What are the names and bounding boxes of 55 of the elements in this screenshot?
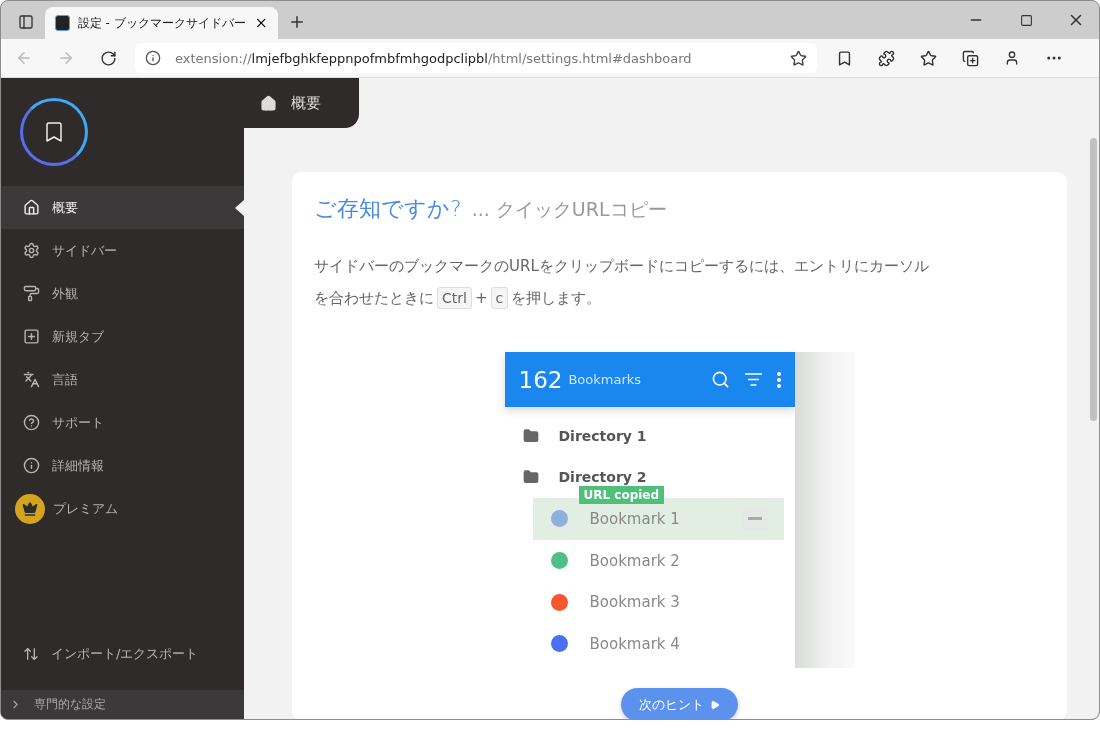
plus-square-icon bbox=[23, 328, 40, 345]
gear-icon bbox=[23, 242, 40, 259]
folder-label: Directory 1 bbox=[558, 427, 647, 444]
bookmark-count-label: Bookmarks bbox=[568, 372, 642, 387]
folder-icon bbox=[522, 469, 539, 486]
key-cap: c bbox=[490, 287, 509, 309]
url-host: lmjefbghkfeppnpofmbfmhgodpclipbl bbox=[251, 50, 488, 66]
browser-tab[interactable]: 設定 - ブックマークサイドバー bbox=[45, 7, 278, 39]
search-icon bbox=[710, 370, 730, 389]
url-path: /html/settings.html#dashboard bbox=[487, 50, 692, 66]
home-icon bbox=[260, 94, 277, 112]
bookmark-favicon bbox=[55, 15, 70, 31]
address-bar[interactable]: extension://lmjefbghkfeppnpofmbfmhgodpclipbl/html/settings.html#dashboard bbox=[135, 43, 817, 73]
import-export-icon bbox=[23, 645, 39, 662]
tip-text: を合わせたときに bbox=[314, 289, 434, 307]
bookmark-label: Bookmark 2 bbox=[589, 551, 680, 570]
scrollbar-thumb[interactable] bbox=[1089, 138, 1097, 421]
sidebar-item[interactable]: 新規タブ bbox=[1, 315, 244, 358]
bookmark-label: Bookmark 1 bbox=[589, 510, 680, 528]
sidebar-item[interactable]: プレミアム bbox=[1, 487, 244, 530]
sidebar-item[interactable]: 詳細情報 bbox=[1, 444, 244, 487]
sidebar-item[interactable]: サイドバー bbox=[1, 229, 244, 272]
star-icon[interactable] bbox=[790, 49, 807, 67]
home-icon bbox=[23, 199, 40, 216]
tip-heading: ご存知ですか? bbox=[314, 195, 462, 223]
translate-icon bbox=[23, 371, 40, 388]
url-scheme: extension:// bbox=[175, 50, 252, 66]
bookmark-count: 162 bbox=[518, 366, 563, 393]
tip-subheading: ... クイックURLコピー bbox=[471, 197, 667, 222]
sidebar-item[interactable]: サポート bbox=[1, 401, 244, 444]
more-icon bbox=[776, 371, 781, 388]
sidebar-item[interactable]: 概要 bbox=[1, 186, 244, 229]
plus-sign: + bbox=[474, 289, 488, 307]
advanced-settings-bar[interactable]: 専門的な設定 bbox=[1, 690, 244, 719]
crown-icon bbox=[15, 493, 45, 524]
info-icon bbox=[23, 457, 40, 474]
breadcrumb-tab[interactable]: 概要 bbox=[244, 78, 359, 128]
tip-text: を押します。 bbox=[511, 289, 602, 307]
bookmark-label: Bookmark 4 bbox=[589, 634, 680, 653]
paint-roller-icon bbox=[23, 285, 40, 302]
info-icon bbox=[145, 50, 161, 66]
sort-icon bbox=[743, 370, 763, 389]
play-icon bbox=[710, 699, 720, 710]
bookmark-logo bbox=[20, 98, 88, 166]
sidebar-item[interactable]: 言語 bbox=[1, 358, 244, 401]
tip-text: サイドバーのブックマークのURLをクリップボードにコピーするには、エントリにカーソル bbox=[314, 257, 929, 275]
copied-tooltip: URL copied bbox=[578, 486, 665, 505]
sidebar-item[interactable]: 外観 bbox=[1, 272, 244, 315]
folder-icon bbox=[522, 427, 539, 444]
key-cap: Ctrl bbox=[437, 287, 472, 309]
keyboard-icon bbox=[741, 508, 768, 530]
bookmark-label: Bookmark 3 bbox=[589, 593, 680, 612]
help-icon bbox=[23, 414, 40, 431]
folder-label: Directory 2 bbox=[558, 469, 647, 486]
sidebar-item[interactable]: インポート/エクスポート bbox=[1, 632, 244, 675]
